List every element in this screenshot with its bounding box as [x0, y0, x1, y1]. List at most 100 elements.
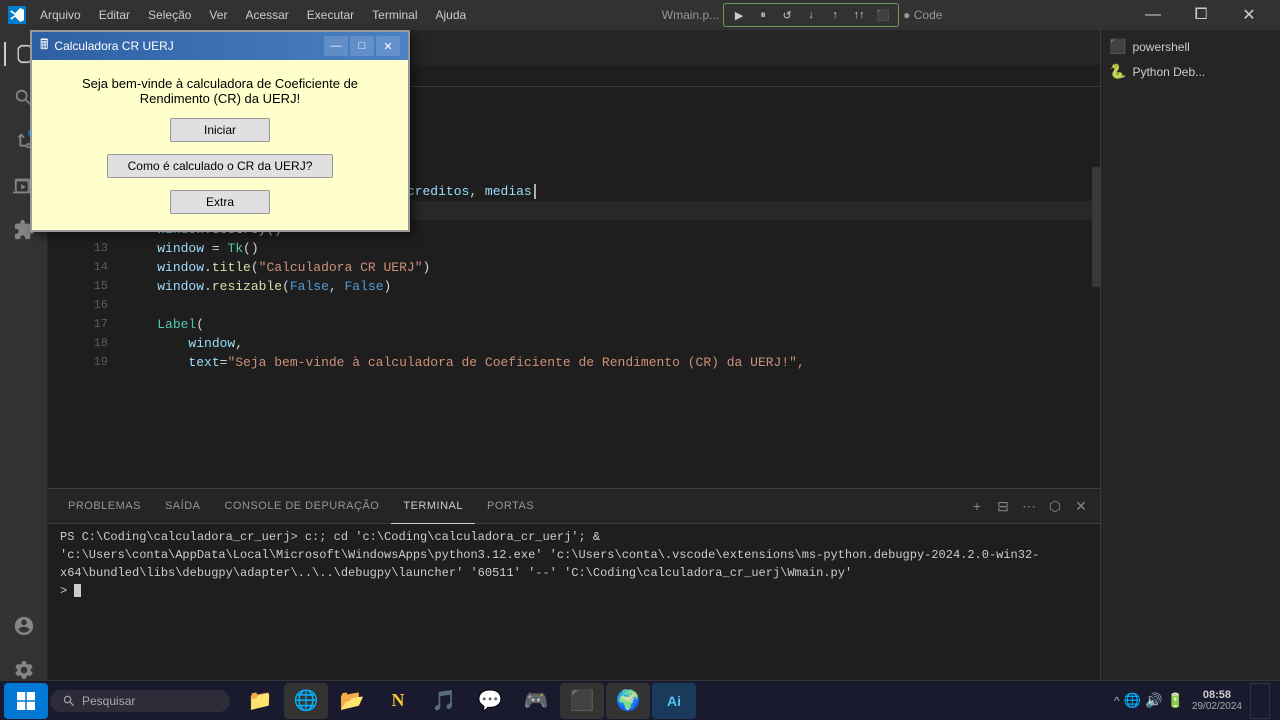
editor-scrollbar[interactable] [1092, 87, 1100, 488]
tray-volume[interactable]: 🔊 [1145, 692, 1162, 709]
taskbar-vscode[interactable]: ⬛ [560, 683, 604, 719]
current-file-label: Wmain.p... [662, 8, 719, 22]
breakpoint-15[interactable] [48, 277, 68, 296]
debug-powershell-item[interactable]: ⬛ powershell [1101, 34, 1280, 59]
menu-ajuda[interactable]: Ajuda [428, 4, 475, 26]
terminal-content[interactable]: PS C:\Coding\calculadora_cr_uerj> c:; cd… [48, 524, 1100, 698]
panel-tab-problemas[interactable]: PROBLEMAS [56, 489, 153, 524]
breakpoint-19[interactable] [48, 353, 68, 372]
menu-executar[interactable]: Executar [299, 4, 362, 26]
debug-continue-btn[interactable]: ▶ [728, 6, 750, 24]
tk-maximize-button[interactable]: □ [350, 36, 374, 56]
taskbar-ai[interactable]: Ai [652, 683, 696, 719]
debug-python-item[interactable]: 🐍 Python Deb... [1101, 59, 1280, 84]
window-maximize-button[interactable]: ⧠ [1178, 0, 1224, 30]
terminal-panel: PROBLEMAS SAÍDA CONSOLE DE DEPURAÇÃO TER… [48, 488, 1100, 698]
vscode-titlebar: Arquivo Editar Seleção Ver Acessar Execu… [0, 0, 1280, 30]
system-tray: ^ 🌐 🔊 🔋 08:58 29/02/2024 [1108, 683, 1276, 719]
taskbar-game[interactable]: 🎮 [514, 683, 558, 719]
window-minimize-button[interactable]: — [1130, 0, 1176, 30]
taskbar-files[interactable]: 📁 [238, 683, 282, 719]
terminal-line-2: > [60, 582, 1088, 600]
ai-label: Ai [667, 693, 681, 709]
tk-how-cr-button[interactable]: Como é calculado o CR da UERJ? [107, 154, 334, 178]
search-label: Pesquisar [82, 694, 135, 708]
line-15: 15 [68, 277, 108, 296]
taskbar-browser2[interactable]: 🌍 [606, 683, 650, 719]
code-line-14: window.title("Calculadora CR UERJ") [126, 258, 1092, 277]
panel-tab-portas[interactable]: PORTAS [475, 489, 546, 524]
python-debug-label: Python Deb... [1132, 65, 1205, 79]
debug-toolbar: ▶ ⏸ ↺ ↓ ↑ ↑↑ ⬛ [723, 3, 899, 27]
panel-maximize-icon[interactable]: ⬡ [1044, 495, 1066, 517]
taskbar-edge[interactable]: 🌐 [284, 683, 328, 719]
debug-step-into-btn[interactable]: ↑ [824, 6, 846, 24]
breakpoint-14[interactable] [48, 258, 68, 277]
debug-stop-btn[interactable]: ⬛ [872, 6, 894, 24]
tk-body: Seja bem-vinde à calculadora de Coeficie… [32, 60, 408, 230]
debug-step-out-btn[interactable]: ↑↑ [848, 6, 870, 24]
debug-pause-btn[interactable]: ⏸ [752, 6, 774, 24]
tk-titlebar: 🖩 Calculadora CR UERJ — □ ✕ [32, 32, 408, 60]
panel-tab-saida[interactable]: SAÍDA [153, 489, 213, 524]
panel-actions: + ⊟ ⋯ ⬡ ✕ [966, 495, 1092, 517]
line-16: 16 [68, 296, 108, 315]
tray-clock[interactable]: 08:58 29/02/2024 [1192, 689, 1242, 712]
panel-tab-terminal[interactable]: TERMINAL [391, 489, 475, 524]
terminal-line-1: PS C:\Coding\calculadora_cr_uerj> c:; cd… [60, 528, 1088, 582]
menu-selecao[interactable]: Seleção [140, 4, 199, 26]
code-line-19: text="Seja bem-vinde à calculadora de Co… [126, 353, 1092, 372]
tk-dialog-window[interactable]: 🖩 Calculadora CR UERJ — □ ✕ Seja bem-vin… [30, 30, 410, 232]
panel-tab-console[interactable]: CONSOLE DE DEPURAÇÃO [212, 489, 391, 524]
line-17: 17 [68, 315, 108, 334]
powershell-label: powershell [1132, 40, 1189, 54]
debug-step-over-btn[interactable]: ↓ [800, 6, 822, 24]
taskbar-discord[interactable]: 💬 [468, 683, 512, 719]
tk-iniciar-button[interactable]: Iniciar [170, 118, 270, 142]
panel-split-icon[interactable]: ⊟ [992, 495, 1014, 517]
tk-close-button[interactable]: ✕ [376, 36, 400, 56]
debug-sidebar: ⬛ powershell 🐍 Python Deb... [1100, 30, 1280, 698]
taskbar-search[interactable]: Pesquisar [50, 690, 230, 712]
menu-acessar[interactable]: Acessar [237, 4, 296, 26]
tray-battery[interactable]: 🔋 [1167, 692, 1184, 709]
show-desktop-button[interactable] [1250, 683, 1270, 719]
line-18: 18 [68, 334, 108, 353]
activity-accounts-icon[interactable] [4, 606, 44, 646]
taskbar-explorer[interactable]: 📂 [330, 683, 374, 719]
tk-window-icon: 🖩 [40, 34, 48, 58]
terminal-command: PS C:\Coding\calculadora_cr_uerj> c:; cd… [60, 530, 1039, 580]
tk-extra-button[interactable]: Extra [170, 190, 270, 214]
breakpoint-16[interactable] [48, 296, 68, 315]
tk-window-title: Calculadora CR UERJ [54, 39, 173, 53]
tray-arrow[interactable]: ^ [1114, 694, 1120, 708]
taskbar: Pesquisar 📁 🌐 📂 N 🎵 💬 🎮 ⬛ 🌍 Ai ^ 🌐 🔊 🔋 0… [0, 680, 1280, 720]
powershell-icon: ⬛ [1109, 38, 1126, 55]
menu-editar[interactable]: Editar [91, 4, 138, 26]
scroll-indicator [1092, 167, 1100, 287]
menu-arquivo[interactable]: Arquivo [32, 4, 89, 26]
code-line-17: Label( [126, 315, 1092, 334]
menu-terminal[interactable]: Terminal [364, 4, 425, 26]
taskbar-spotify[interactable]: 🎵 [422, 683, 466, 719]
breakpoint-13[interactable] [48, 239, 68, 258]
menu-ver[interactable]: Ver [201, 4, 235, 26]
breakpoint-18[interactable] [48, 334, 68, 353]
window-close-button[interactable]: ✕ [1226, 0, 1272, 30]
code-line-18: window, [126, 334, 1092, 353]
code-line-16 [126, 296, 1092, 315]
panel-add-icon[interactable]: + [966, 495, 988, 517]
terminal-cursor-prompt: > [60, 584, 74, 598]
debug-sidebar-tabs: ⬛ powershell 🐍 Python Deb... [1101, 30, 1280, 88]
start-button[interactable] [4, 683, 48, 719]
tk-minimize-button[interactable]: — [324, 36, 348, 56]
debug-restart-btn[interactable]: ↺ [776, 6, 798, 24]
breakpoint-17[interactable] [48, 315, 68, 334]
menu-bar: Arquivo Editar Seleção Ver Acessar Execu… [32, 4, 474, 26]
line-19: 19 [68, 353, 108, 372]
taskbar-notepad[interactable]: N [376, 683, 420, 719]
panel-more-icon[interactable]: ⋯ [1018, 495, 1040, 517]
line-14: 14 [68, 258, 108, 277]
panel-close-icon[interactable]: ✕ [1070, 495, 1092, 517]
tray-network[interactable]: 🌐 [1124, 692, 1141, 709]
